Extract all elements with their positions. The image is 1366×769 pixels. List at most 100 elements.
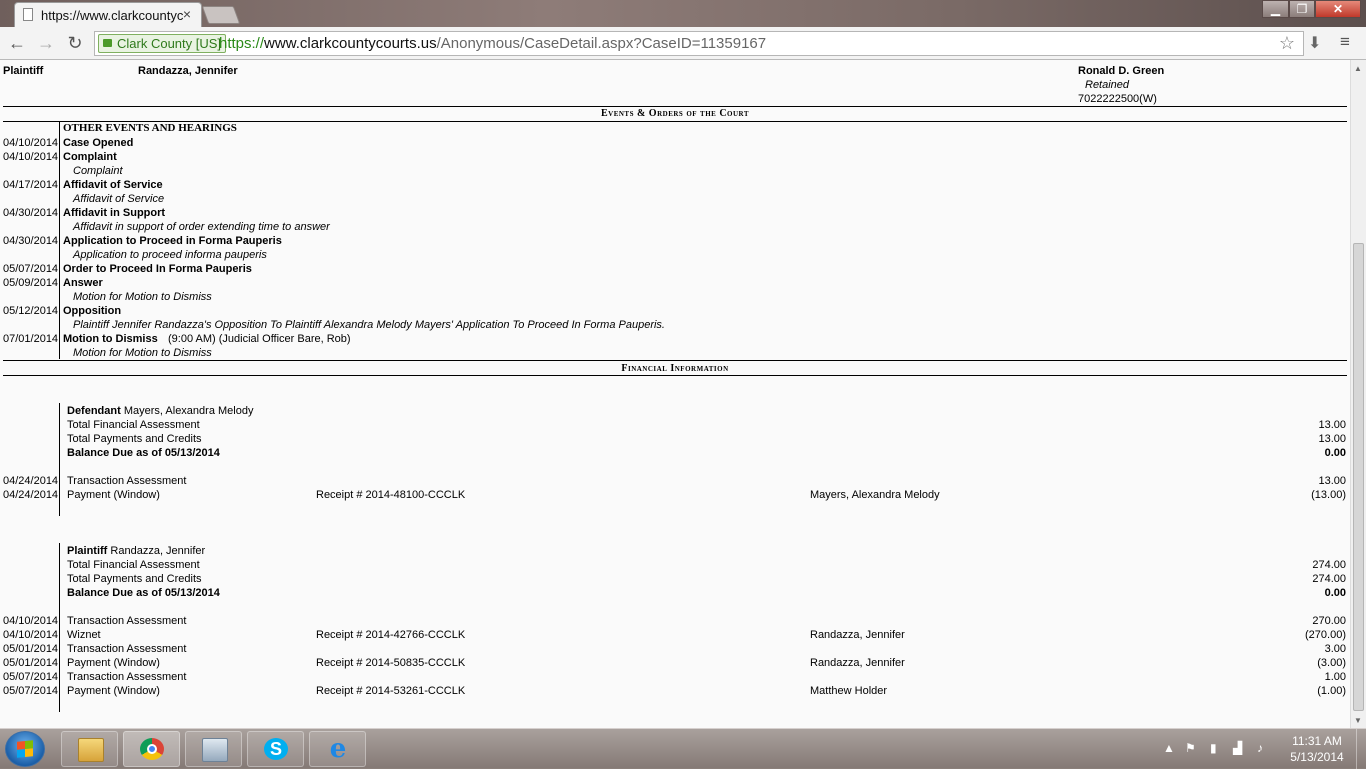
transaction-type: Payment (Window) (67, 685, 160, 697)
wifi-signal-icon[interactable]: ▟ (1233, 741, 1242, 755)
scroll-up-arrow-icon[interactable]: ▲ (1354, 64, 1362, 73)
show-hidden-icons-icon[interactable]: ▲ (1163, 741, 1175, 755)
window-title-bar: https://www.clarkcountyc × ▁ ❐ ✕ (0, 0, 1366, 27)
transaction-date: 04/10/2014 (3, 615, 59, 627)
transaction-amount: 270.00 (1312, 615, 1346, 627)
browser-tab-active[interactable]: https://www.clarkcountyc × (14, 2, 202, 27)
close-window-button[interactable]: ✕ (1315, 0, 1361, 18)
transaction-type: Payment (Window) (67, 489, 160, 501)
transaction-type: Transaction Assessment (67, 475, 187, 487)
ev-certificate-badge[interactable]: Clark County [US] (98, 34, 227, 53)
ev-label: Clark County [US] (117, 36, 222, 51)
url-host: www.clarkcountycourts.us (264, 35, 437, 52)
event-title: Case Opened (63, 137, 134, 149)
lock-icon (103, 39, 112, 47)
financial-party-role: Defendant (67, 405, 121, 417)
windows-logo-icon (17, 740, 33, 758)
event-title: Application to Proceed in Forma Pauperis (63, 235, 282, 247)
event-date: 04/10/2014 (3, 137, 59, 149)
transaction-date: 04/24/2014 (3, 489, 59, 501)
balance-value: 0.00 (1324, 447, 1346, 459)
event-title: Opposition (63, 305, 122, 317)
taskbar-app-internet-explorer[interactable]: e (309, 731, 366, 767)
event-title: Affidavit of Service (63, 179, 163, 191)
event-description: Motion for Motion to Dismiss (73, 347, 212, 359)
taskbar-app-explorer[interactable] (61, 731, 118, 767)
scrollbar-thumb[interactable] (1353, 243, 1364, 711)
transaction-amount: (1.00) (1317, 685, 1346, 697)
action-center-flag-icon[interactable]: ⚑ (1185, 741, 1196, 755)
transaction-type: Transaction Assessment (67, 643, 187, 655)
event-date: 05/09/2014 (3, 277, 59, 289)
taskbar: S e ▲ ⚑ ▮ ▟ ♪ 11:31 AM 5/13/2014 (0, 728, 1366, 769)
transaction-amount: (3.00) (1317, 657, 1346, 669)
transaction-receipt: Receipt # 2014-50835-CCCLK (316, 657, 466, 669)
power-icon[interactable]: ▮ (1210, 741, 1217, 755)
reload-icon[interactable]: ↻ (64, 32, 86, 54)
transaction-receipt: Receipt # 2014-42766-CCCLK (316, 629, 466, 641)
party-role: Plaintiff (3, 65, 44, 77)
transaction-date: 05/01/2014 (3, 657, 59, 669)
volume-icon[interactable]: ♪ (1257, 741, 1263, 755)
event-title: Motion to Dismiss (63, 333, 158, 345)
clock-time[interactable]: 11:31 AM (1290, 734, 1344, 748)
total-assessment-label: Total Financial Assessment (67, 559, 200, 571)
forward-arrow-icon[interactable]: → (35, 32, 57, 54)
bookmark-star-icon[interactable]: ☆ (1279, 33, 1295, 54)
show-desktop-button[interactable] (1356, 729, 1366, 769)
event-title: Order to Proceed In Forma Pauperis (63, 263, 252, 275)
transaction-payor: Matthew Holder (810, 685, 888, 697)
attorney-phone: 7022222500(W) (1078, 93, 1157, 105)
page-icon (23, 8, 33, 21)
taskbar-app-network[interactable] (185, 731, 242, 767)
url-text[interactable]: https://www.clarkcountycourts.us/Anonymo… (219, 35, 766, 52)
maximize-button[interactable]: ❐ (1289, 0, 1315, 18)
balance-label: Balance Due as of 05/13/2014 (67, 587, 220, 599)
start-button[interactable] (5, 731, 45, 767)
event-date: 04/10/2014 (3, 151, 59, 163)
menu-icon[interactable]: ≡ (1340, 32, 1350, 52)
new-tab-button[interactable] (201, 6, 241, 24)
total-assessment-label: Total Financial Assessment (67, 419, 200, 431)
scroll-down-arrow-icon[interactable]: ▼ (1354, 716, 1362, 725)
extension-icon[interactable]: ⬇ (1308, 33, 1321, 53)
internet-explorer-icon: e (329, 734, 347, 764)
financial-column-line (59, 543, 60, 712)
event-date: 04/30/2014 (3, 235, 59, 247)
minimize-button[interactable]: ▁ (1262, 0, 1289, 18)
transaction-amount: (13.00) (1311, 489, 1346, 501)
total-payments-value: 13.00 (1318, 433, 1346, 445)
back-arrow-icon[interactable]: ← (6, 32, 28, 54)
financial-column-line (59, 403, 60, 516)
vertical-scrollbar[interactable]: ▲ ▼ (1350, 60, 1366, 728)
page-content: Plaintiff Randazza, Jennifer Ronald D. G… (0, 60, 1350, 728)
financial-heading: Financial Information (621, 363, 729, 374)
skype-icon: S (264, 738, 288, 760)
taskbar-app-chrome[interactable] (123, 731, 180, 767)
tab-close-icon[interactable]: × (183, 6, 191, 22)
event-date: 04/17/2014 (3, 179, 59, 191)
clock-date[interactable]: 5/13/2014 (1288, 750, 1346, 764)
transaction-date: 04/10/2014 (3, 629, 59, 641)
events-heading: Events & Orders of the Court (600, 108, 750, 119)
transaction-type: Transaction Assessment (67, 671, 187, 683)
financial-party: Defendant Mayers, Alexandra Melody (67, 405, 253, 417)
total-assessment-value: 13.00 (1318, 419, 1346, 431)
event-description: Motion for Motion to Dismiss (73, 291, 212, 303)
transaction-amount: 1.00 (1324, 671, 1346, 683)
event-title: Answer (63, 277, 103, 289)
party-name: Randazza, Jennifer (138, 65, 238, 77)
transaction-payor: Mayers, Alexandra Melody (810, 489, 940, 501)
event-description: Application to proceed informa pauperis (73, 249, 267, 261)
taskbar-app-skype[interactable]: S (247, 731, 304, 767)
divider (3, 375, 1347, 376)
address-bar[interactable]: Clark County [US] https://www.clarkcount… (94, 31, 1304, 56)
url-path: /Anonymous/CaseDetail.aspx?CaseID=113591… (436, 35, 767, 52)
events-column-line (59, 121, 60, 359)
event-date: 05/07/2014 (3, 263, 59, 275)
transaction-receipt: Receipt # 2014-53261-CCCLK (316, 685, 466, 697)
event-description: Complaint (73, 165, 123, 177)
total-payments-label: Total Payments and Credits (67, 573, 202, 585)
transaction-payor: Randazza, Jennifer (810, 657, 905, 669)
event-title: Affidavit in Support (63, 207, 166, 219)
